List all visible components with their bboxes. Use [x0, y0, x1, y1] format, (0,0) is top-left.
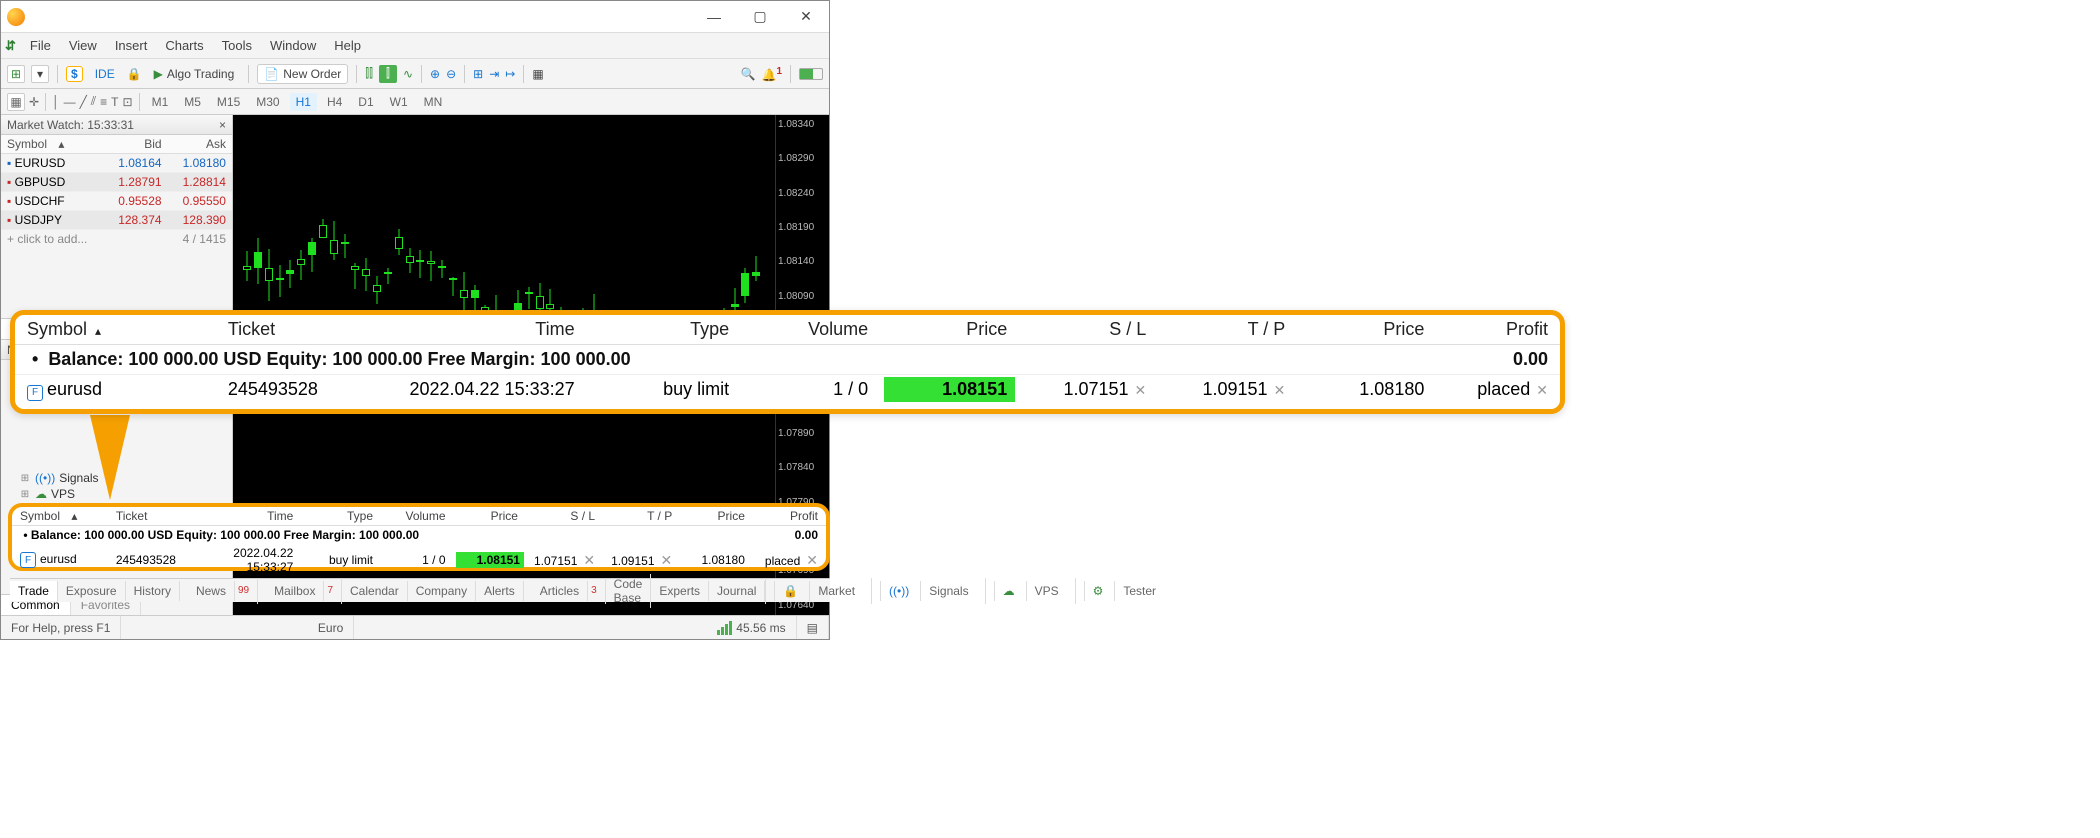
close-icon[interactable]: ✕	[1268, 382, 1286, 398]
menubar: ⇵ File View Insert Charts Tools Window H…	[1, 33, 829, 59]
grid-icon[interactable]: ⊞	[473, 67, 483, 81]
vline-icon[interactable]: │	[52, 95, 60, 109]
tab-company[interactable]: Company	[408, 581, 476, 601]
notifications-icon[interactable]: 🔔1	[761, 66, 782, 82]
trade-table-callout-small: Symbol ▴ Ticket Time Type Volume Price S…	[8, 503, 830, 571]
mw-row-gbpusd[interactable]: ▪ GBPUSD 1.28791 1.28814	[1, 173, 232, 192]
mw-row-eurusd[interactable]: ▪ EURUSD 1.08164 1.08180	[1, 154, 232, 173]
tf-mn[interactable]: MN	[418, 93, 449, 111]
dollar-button[interactable]: $	[66, 66, 83, 82]
tab-history[interactable]: History	[126, 581, 180, 601]
shift-icon[interactable]: ↦	[505, 67, 515, 81]
tab-alerts[interactable]: Alerts	[476, 581, 524, 601]
tab-exposure[interactable]: Exposure	[58, 581, 126, 601]
tf-m15[interactable]: M15	[211, 93, 246, 111]
market-watch-header: Market Watch: 15:33:31×	[1, 115, 232, 135]
status-help: For Help, press F1	[1, 616, 121, 639]
tab-calendar[interactable]: Calendar	[342, 581, 408, 601]
market-watch-columns[interactable]: Symbol ▴ Bid Ask	[1, 135, 232, 154]
panel-close-icon[interactable]: ×	[219, 118, 226, 132]
new-chart-icon[interactable]: ⊞	[7, 65, 25, 83]
trade-order-row[interactable]: Feurusd 245493528 2022.04.22 15:33:27 bu…	[15, 375, 1560, 405]
window-controls: — ▢ ✕	[691, 1, 829, 33]
tab-experts[interactable]: Experts	[651, 581, 709, 601]
objects-icon[interactable]: ⊡	[123, 95, 133, 109]
menu-view[interactable]: View	[61, 36, 105, 55]
toolbox-tabs: Trade Exposure History News 99 Mailbox 7…	[10, 578, 830, 602]
trade-order-row-small[interactable]: Feurusd 245493528 2022.04.22 15:33:27 bu…	[12, 544, 826, 576]
toolbar-drawing: ▦ ✛ │ — ╱ ⫽ ≡ T ⊡ M1 M5 M15 M30 H1 H4 D1…	[1, 89, 829, 115]
auto-scroll-icon[interactable]: ⇥	[489, 67, 499, 81]
menu-charts[interactable]: Charts	[157, 36, 211, 55]
status-windows-icon[interactable]: ▤	[797, 616, 829, 639]
menu-tools[interactable]: Tools	[214, 36, 260, 55]
tab-signals[interactable]: ((•))Signals	[871, 578, 985, 604]
menu-help[interactable]: Help	[326, 36, 369, 55]
folder-icon[interactable]: ▾	[31, 65, 49, 83]
search-icon[interactable]: 🔍	[741, 67, 756, 81]
tab-mailbox[interactable]: Mailbox 7	[258, 578, 342, 604]
close-button[interactable]: ✕	[783, 1, 829, 33]
tab-journal[interactable]: Journal	[709, 581, 765, 601]
battery-icon	[799, 68, 823, 80]
tab-market[interactable]: 🔒Market	[765, 578, 871, 604]
trade-balance-row: • Balance: 100 000.00 USD Equity: 100 00…	[15, 345, 1560, 375]
status-ping: 45.56 ms	[707, 616, 796, 639]
cursor-icon[interactable]: ▦	[7, 93, 25, 111]
chart-icon: ⇵	[5, 38, 20, 54]
zoom-out-icon[interactable]: ⊖	[446, 67, 456, 81]
text-icon[interactable]: T	[111, 95, 118, 109]
tf-m1[interactable]: M1	[146, 93, 175, 111]
market-watch-panel: Market Watch: 15:33:31× Symbol ▴ Bid Ask…	[1, 115, 232, 339]
statusbar: For Help, press F1 Euro 45.56 ms ▤	[1, 615, 829, 639]
menu-insert[interactable]: Insert	[107, 36, 156, 55]
tab-news[interactable]: News 99	[180, 578, 258, 604]
zoom-in-icon[interactable]: ⊕	[430, 67, 440, 81]
tf-h4[interactable]: H4	[321, 93, 348, 111]
close-icon[interactable]: ✕	[1530, 382, 1548, 398]
trade-balance-row-small: • Balance: 100 000.00 USD Equity: 100 00…	[12, 526, 826, 545]
new-order-button[interactable]: 📄New Order	[257, 64, 348, 84]
trade-columns-small[interactable]: Symbol ▴ Ticket Time Type Volume Price S…	[12, 507, 826, 526]
titlebar: — ▢ ✕	[1, 1, 829, 33]
tf-m5[interactable]: M5	[178, 93, 207, 111]
tf-w1[interactable]: W1	[384, 93, 414, 111]
menu-file[interactable]: File	[22, 36, 59, 55]
trendline-icon[interactable]: ╱	[80, 95, 87, 109]
menu-window[interactable]: Window	[262, 36, 324, 55]
tab-codebase[interactable]: Code Base	[606, 574, 652, 608]
algo-trading-button[interactable]: ▶Algo Trading	[148, 65, 241, 83]
tf-h1[interactable]: H1	[290, 93, 317, 111]
maximize-button[interactable]: ▢	[737, 1, 783, 33]
candles-icon[interactable]: ⫿	[379, 65, 397, 83]
close-icon[interactable]: ✕	[1129, 382, 1147, 398]
callout-pointer-icon	[90, 415, 130, 500]
tab-trade[interactable]: Trade	[10, 581, 58, 601]
status-currency: Euro	[308, 616, 354, 639]
fibo-icon[interactable]: ≡	[100, 95, 107, 109]
strategy-icon[interactable]: ▦	[532, 67, 543, 81]
ide-button[interactable]: IDE	[89, 65, 121, 83]
bars-icon[interactable]: ⫿⫿	[365, 66, 373, 81]
hline-icon[interactable]: —	[64, 95, 76, 109]
tf-d1[interactable]: D1	[352, 93, 379, 111]
line-icon[interactable]: ∿	[403, 67, 413, 81]
tab-articles[interactable]: Articles 3	[524, 578, 606, 604]
minimize-button[interactable]: —	[691, 1, 737, 33]
tab-vps[interactable]: ☁VPS	[985, 578, 1075, 604]
app-logo-icon	[7, 8, 25, 26]
mw-row-usdjpy[interactable]: ▪ USDJPY 128.374 128.390	[1, 211, 232, 230]
tab-tester[interactable]: ⚙Tester	[1075, 578, 1172, 604]
lock-icon[interactable]: 🔒	[127, 67, 142, 81]
mw-add-row[interactable]: + click to add... 4 / 1415	[1, 230, 232, 248]
trade-table-callout-large: Symbol▴ Ticket Time Type Volume Price S …	[10, 310, 1565, 414]
toolbar-main: ⊞ ▾ $ IDE 🔒 ▶Algo Trading 📄New Order ⫿⫿ …	[1, 59, 829, 89]
trade-columns[interactable]: Symbol▴ Ticket Time Type Volume Price S …	[15, 315, 1560, 345]
mw-row-usdchf[interactable]: ▪ USDCHF 0.95528 0.95550	[1, 192, 232, 211]
tf-m30[interactable]: M30	[250, 93, 285, 111]
crosshair-icon[interactable]: ✛	[29, 95, 39, 109]
equidistant-icon[interactable]: ⫽	[91, 94, 96, 109]
